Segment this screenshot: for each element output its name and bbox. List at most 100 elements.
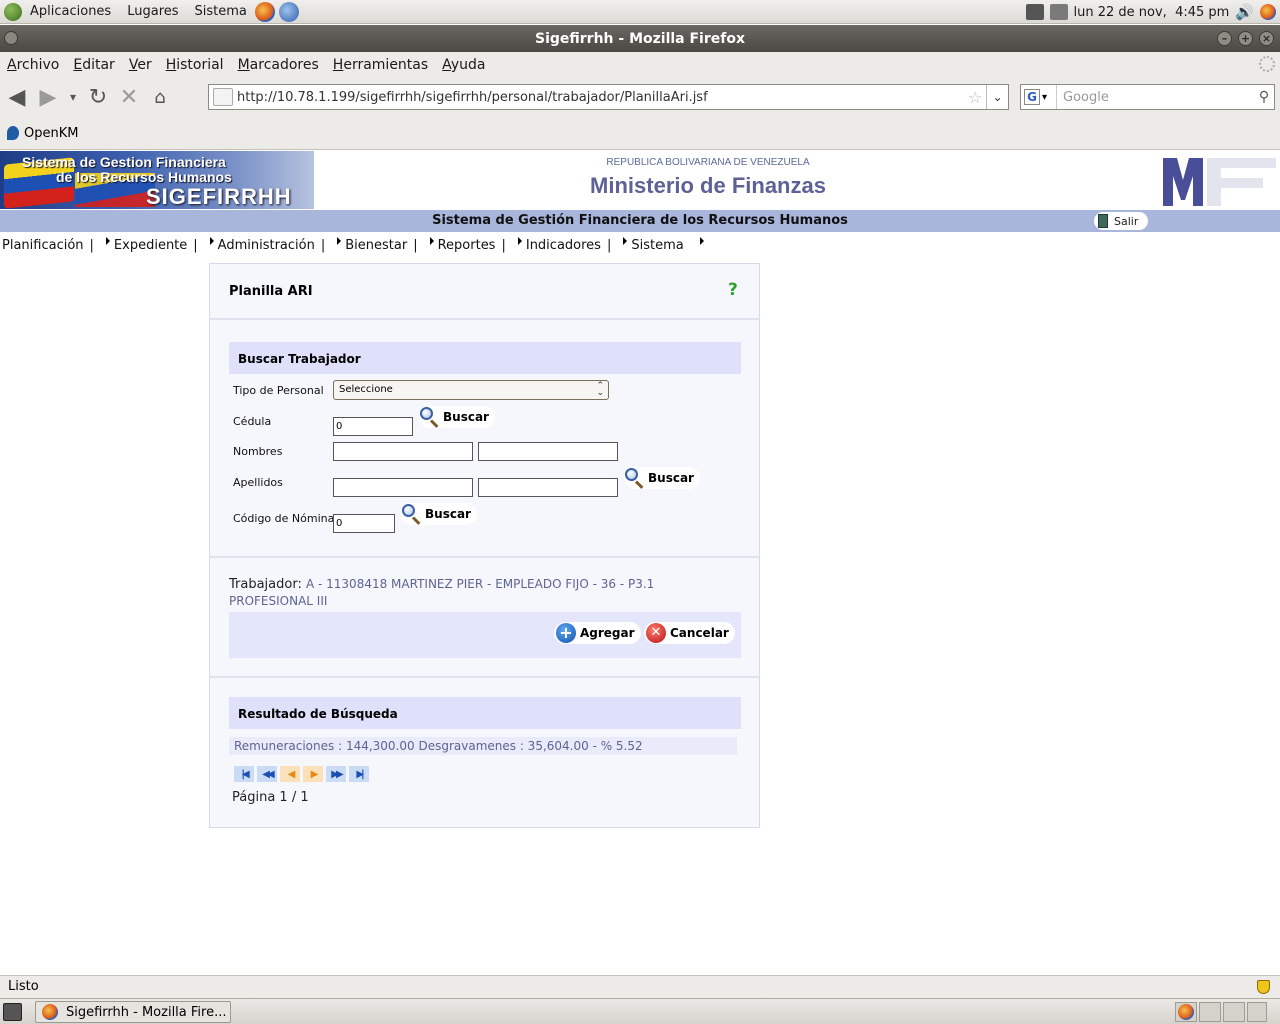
panel-menu-aplicaciones[interactable]: Aplicaciones (30, 4, 111, 19)
nav-separator: | (501, 237, 506, 253)
security-shield-icon[interactable] (1257, 980, 1270, 994)
arrow-right-icon (699, 237, 704, 245)
result-row[interactable]: Remuneraciones : 144,300.00 Desgravamene… (229, 737, 737, 755)
gnome-foot-icon[interactable] (4, 2, 22, 21)
google-icon: G (1024, 89, 1040, 105)
reload-icon[interactable]: ↻ (84, 83, 112, 111)
firefox-launcher-icon[interactable] (254, 1, 275, 22)
nav-indicadores[interactable]: Indicadores | (512, 237, 617, 253)
site-identity-icon[interactable] (213, 88, 233, 106)
nav-sistema[interactable]: Sistema (617, 237, 707, 253)
back-icon[interactable]: ◀ (3, 83, 31, 111)
nav-label: Expediente (113, 237, 188, 253)
minimize-icon[interactable]: – (1217, 31, 1232, 46)
previous-page-icon[interactable]: ◀ (280, 766, 300, 782)
stop-icon[interactable]: ✕ (115, 83, 143, 111)
history-dropdown-icon[interactable]: ▾ (65, 83, 81, 111)
maximize-icon[interactable]: + (1238, 31, 1253, 46)
first-page-icon[interactable]: |◀ (234, 766, 254, 782)
bookmarks-toolbar: OpenKM (0, 117, 1280, 150)
arrow-right-icon (517, 237, 522, 245)
firefox-icon (1178, 1004, 1194, 1020)
taskbar-firefox-window[interactable]: Sigefirrhh - Mozilla Fire... (35, 1001, 231, 1023)
close-icon[interactable]: × (1259, 31, 1274, 46)
bookmark-star-icon[interactable]: ☆ (964, 88, 986, 107)
search-by-payroll-button[interactable]: Buscar (401, 503, 477, 525)
search-by-cedula-button[interactable]: Buscar (419, 406, 495, 428)
cedula-input[interactable]: 0 (333, 417, 413, 436)
second-name-input[interactable] (478, 442, 618, 461)
url-dropdown-icon[interactable]: ⌄ (986, 85, 1008, 109)
volume-icon[interactable]: 🔊 (1235, 4, 1254, 20)
menu-ayuda[interactable]: Ayuda (442, 57, 485, 73)
panel-menus: Aplicaciones Lugares Sistema (0, 0, 307, 24)
network-icon[interactable] (1025, 4, 1044, 20)
workspace-4[interactable] (1247, 1002, 1267, 1022)
nav-bienestar[interactable]: Bienestar | (331, 237, 423, 253)
tipo-personal-select[interactable]: Seleccione ⌃ ⌄ (333, 380, 609, 400)
clock[interactable]: lun 22 de nov, 4:45 pm (1074, 5, 1230, 20)
magnifier-icon (401, 503, 423, 525)
codigo-nomina-input[interactable]: 0 (333, 514, 395, 533)
codigo-nomina-label: Código de Nómina (233, 512, 335, 525)
logout-button[interactable]: Salir (1094, 212, 1148, 230)
thunderbird-launcher-icon[interactable] (278, 1, 299, 22)
tipo-personal-value: Seleccione (339, 384, 393, 395)
show-desktop-icon[interactable] (3, 1003, 22, 1021)
nav-reportes[interactable]: Reportes | (424, 237, 512, 253)
menu-historial[interactable]: Historial (166, 57, 224, 73)
menu-marcadores[interactable]: Marcadores (238, 57, 319, 73)
window-titlebar[interactable]: Sigefirrhh - Mozilla Firefox – + × (0, 25, 1280, 52)
bookmark-openkm[interactable]: OpenKM (24, 126, 78, 141)
nav-label: Administración (217, 237, 315, 253)
home-icon[interactable]: ⌂ (146, 83, 174, 111)
nav-administracion[interactable]: Administración | (204, 237, 332, 253)
workspace-1[interactable] (1175, 1002, 1197, 1022)
menu-editar[interactable]: Editar (73, 57, 114, 73)
web-page: Sistema de Gestion Financiera de los Rec… (0, 151, 1280, 975)
second-surname-input[interactable] (478, 478, 618, 497)
firefox-tray-icon[interactable] (1260, 4, 1276, 20)
next-page-icon[interactable]: ▶ (303, 766, 323, 782)
cancel-button[interactable]: ✕ Cancelar (644, 622, 735, 644)
last-page-icon[interactable]: ▶| (349, 766, 369, 782)
fast-forward-icon[interactable]: ▶▶ (326, 766, 346, 782)
door-icon (1098, 214, 1108, 228)
search-bar[interactable]: G ▾ Google ⚲ (1020, 84, 1275, 110)
divider (210, 676, 759, 678)
window-title: Sigefirrhh - Mozilla Firefox (535, 30, 745, 47)
forward-icon[interactable]: ▶ (34, 83, 62, 111)
nav-label: Reportes (437, 237, 496, 253)
printer-icon[interactable] (1049, 4, 1068, 20)
nav-label: Indicadores (525, 237, 601, 253)
nav-planificacion[interactable]: Planificación | (2, 238, 100, 253)
url-text[interactable]: http://10.78.1.199/sigefirrhh/sigefirrhh… (237, 90, 964, 105)
window-menu-icon[interactable] (4, 31, 18, 45)
search-engine-selector[interactable]: G ▾ (1021, 85, 1057, 109)
page-title: Planilla ARI (229, 284, 313, 299)
search-label: Buscar (443, 410, 489, 424)
cancel-label: Cancelar (670, 626, 729, 640)
url-bar[interactable]: http://10.78.1.199/sigefirrhh/sigefirrhh… (208, 84, 1009, 110)
menu-archivo[interactable]: Archivo (7, 57, 59, 73)
panel-menu-sistema[interactable]: Sistema (195, 4, 247, 19)
search-input[interactable]: Google (1057, 90, 1254, 105)
search-by-name-button[interactable]: Buscar (624, 467, 700, 489)
add-button[interactable]: + Agregar (554, 622, 641, 644)
nombres-label: Nombres (233, 445, 283, 458)
first-surname-input[interactable] (333, 478, 473, 497)
rewind-icon[interactable]: ◀◀ (257, 766, 277, 782)
menu-herramientas[interactable]: Herramientas (333, 57, 428, 73)
workspace-3[interactable] (1223, 1002, 1245, 1022)
search-go-icon[interactable]: ⚲ (1254, 89, 1274, 105)
main-nav-menu: Planificación | Expediente | Administració… (0, 235, 708, 255)
workspace-2[interactable] (1199, 1002, 1221, 1022)
first-name-input[interactable] (333, 442, 473, 461)
arrow-right-icon (337, 237, 342, 245)
help-icon[interactable]: ? (728, 280, 738, 300)
menu-ver[interactable]: Ver (129, 57, 152, 73)
arrow-right-icon (105, 237, 110, 245)
nav-expediente[interactable]: Expediente | (100, 237, 204, 253)
panel-menu-lugares[interactable]: Lugares (127, 4, 178, 19)
arrow-right-icon (209, 237, 214, 245)
